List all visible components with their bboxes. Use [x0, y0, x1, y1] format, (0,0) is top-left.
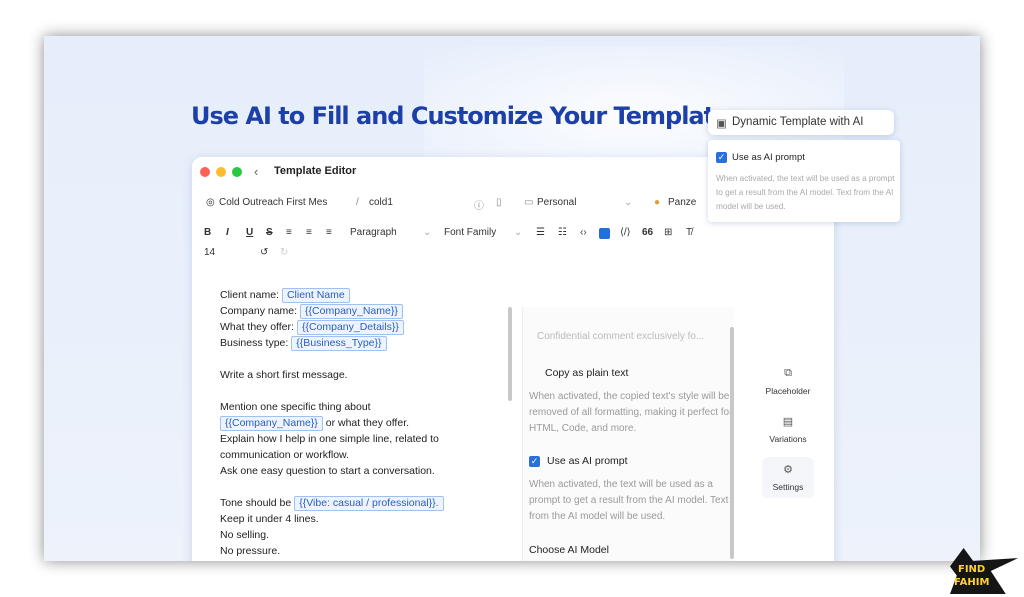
editor-line: Business type: {{Business_Type}}: [220, 335, 444, 351]
category-select[interactable]: Personal: [537, 197, 576, 208]
editor-line: Company name: {{Company_Name}}: [220, 303, 444, 319]
bold-button[interactable]: B: [204, 227, 211, 238]
copy-plain-label[interactable]: Copy as plain text: [545, 367, 628, 379]
nav-settings-label: Settings: [772, 482, 804, 492]
editor-line: No selling.: [220, 529, 270, 541]
settings-panel: Confidential comment exclusively fo... C…: [522, 307, 734, 561]
blockquote-button[interactable]: 66: [642, 227, 653, 238]
ai-prompt-description: When activated, the text will be used as…: [529, 479, 729, 522]
font-size-input[interactable]: 14: [204, 247, 215, 258]
editor-line: Keep it under 4 lines.: [220, 513, 319, 525]
maximize-window-button[interactable]: [232, 167, 242, 177]
format-toolbar: B I U S ≡ ≡ ≡ Paragraph ⌄ Font Family ⌄ …: [192, 225, 834, 243]
variations-icon: ▤: [782, 416, 794, 428]
editor-line: communication or workflow.: [220, 449, 349, 461]
author-avatar: ●: [654, 197, 661, 208]
callout-title: Dynamic Template with AI: [732, 116, 864, 128]
bookmark-icon[interactable]: ▯: [496, 197, 502, 208]
align-left-icon[interactable]: ≡: [286, 227, 292, 238]
info-icon[interactable]: ⓘ: [474, 197, 484, 212]
back-arrow-icon[interactable]: ‹: [254, 164, 258, 179]
slug-input[interactable]: cold1: [369, 197, 393, 208]
logo-text-line2: FAHIM: [954, 577, 990, 588]
nav-variations[interactable]: ▤ Variations: [762, 415, 814, 444]
page-headline: Use AI to Fill and Customize Your Templa…: [191, 102, 744, 130]
editor-line: Mention one specific thing about: [220, 401, 371, 413]
editor-line: Explain how I help in one simple line, r…: [220, 433, 439, 445]
placeholder-chip[interactable]: {{Company_Name}}: [300, 304, 403, 319]
editor-line: Tone should be {{Vibe: casual / professio…: [220, 495, 444, 511]
findfahim-logo: FIND FAHIM: [950, 548, 1018, 594]
paragraph-select[interactable]: Paragraph: [350, 227, 397, 238]
placeholder-icon: ⧉: [784, 367, 792, 379]
nav-placeholder[interactable]: ⧉ Placeholder: [762, 367, 814, 396]
choose-model-label: Choose AI Model: [529, 544, 609, 556]
callout-description: When activated, the text will be used as…: [716, 174, 895, 211]
callout-checkbox-label[interactable]: Use as AI prompt: [732, 152, 805, 163]
editor-scrollbar[interactable]: [508, 307, 512, 401]
ai-prompt-label[interactable]: Use as AI prompt: [547, 455, 628, 467]
author-name[interactable]: Panze: [668, 197, 696, 208]
numbered-list-icon[interactable]: ☷: [558, 227, 567, 238]
promo-frame: Use AI to Fill and Customize Your Templa…: [44, 36, 980, 561]
editor-line: Client name: Client Name: [220, 287, 444, 303]
undo-icon[interactable]: ↺: [260, 247, 268, 258]
placeholder-chip[interactable]: {{Business_Type}}: [291, 336, 387, 351]
code-icon[interactable]: ‹›: [580, 227, 587, 238]
bullet-list-icon[interactable]: ☰: [536, 227, 545, 238]
copy-plain-description: When activated, the copied text's style …: [529, 391, 733, 434]
nav-variations-label: Variations: [769, 434, 807, 444]
editor-line: No pressure.: [220, 545, 281, 557]
template-name-input[interactable]: Cold Outreach First Mes: [219, 197, 327, 208]
comment-input[interactable]: Confidential comment exclusively fo...: [537, 331, 704, 342]
table-icon[interactable]: ⊞: [664, 227, 672, 238]
settings-scrollbar[interactable]: [730, 327, 734, 559]
minimize-window-button[interactable]: [216, 167, 226, 177]
template-icon: ▣: [716, 118, 727, 130]
align-right-icon[interactable]: ≡: [326, 227, 332, 238]
placeholder-chip[interactable]: Client Name: [281, 288, 350, 303]
editor-line: Ask one easy question to start a convers…: [220, 465, 435, 477]
dynamic-template-callout-header: ▣ Dynamic Template with AI: [708, 110, 894, 135]
editor-line: What they offer: {{Company_Details}}: [220, 319, 444, 335]
italic-button[interactable]: I: [226, 227, 229, 238]
format-toolbar-row2: 14 ↺ ↻: [192, 245, 834, 263]
align-center-icon[interactable]: ≡: [306, 227, 312, 238]
strikethrough-button[interactable]: S: [266, 227, 273, 238]
close-window-button[interactable]: [200, 167, 210, 177]
placeholder-chip[interactable]: {{Company_Details}}: [296, 320, 404, 335]
gear-icon: ⚙: [783, 464, 793, 476]
chevron-down-icon[interactable]: ⌄: [624, 197, 632, 208]
font-family-select[interactable]: Font Family: [444, 227, 496, 238]
template-icon: ◎: [206, 197, 215, 208]
editor-body[interactable]: Client name: Client Name Company name: {{C…: [220, 287, 444, 559]
dynamic-template-callout: ✓ Use as AI prompt When activated, the t…: [708, 140, 900, 222]
clear-format-icon[interactable]: T̸: [686, 227, 692, 238]
chevron-down-icon[interactable]: ⌄: [423, 227, 431, 238]
text-color-swatch[interactable]: [599, 228, 610, 239]
editor-line: {{Company_Name}} or what they offer.: [220, 415, 444, 431]
slug-slash-icon: /: [356, 197, 359, 208]
nav-settings[interactable]: ⚙ Settings: [762, 457, 814, 498]
window-title: Template Editor: [274, 165, 357, 177]
callout-checkbox[interactable]: ✓: [716, 152, 727, 163]
folder-icon: ▭: [524, 197, 534, 208]
chevron-down-icon[interactable]: ⌄: [514, 227, 522, 238]
editor-line: Write a short first message.: [220, 369, 348, 381]
ai-prompt-checkbox[interactable]: ✓: [529, 456, 540, 467]
redo-icon[interactable]: ↻: [280, 247, 288, 258]
placeholder-chip[interactable]: {{Vibe: casual / professional}}.: [294, 496, 444, 511]
nav-placeholder-label: Placeholder: [765, 386, 811, 396]
logo-text-line1: FIND: [958, 564, 986, 575]
underline-button[interactable]: U: [246, 227, 253, 238]
code-block-icon[interactable]: ⟨/⟩: [620, 227, 631, 238]
placeholder-chip[interactable]: {{Company_Name}}: [220, 416, 323, 431]
